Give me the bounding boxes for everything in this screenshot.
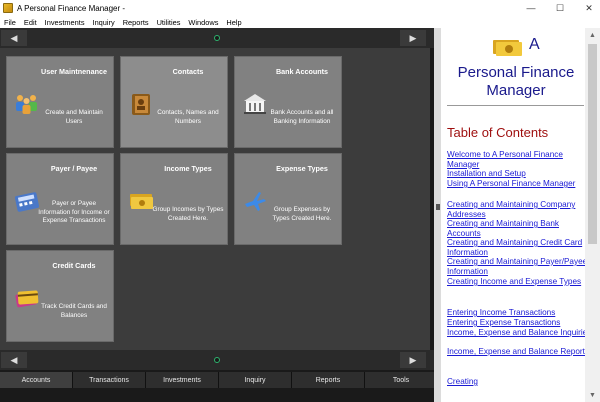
tile-user-maintenance[interactable]: User Maintnenance Create and Maintain Us…	[6, 56, 114, 148]
toc-link[interactable]: Installation and Setup	[447, 169, 593, 179]
scroll-down-icon[interactable]: ▼	[585, 388, 600, 402]
toc-link[interactable]: Welcome to A Personal Finance Manager	[447, 150, 593, 169]
tab-accounts[interactable]: Accounts	[0, 372, 73, 388]
toc-heading: Table of Contents	[447, 125, 549, 140]
bottom-pager: ◀ ▶	[0, 350, 440, 370]
tile-description: Track Credit Cards and Balances	[41, 303, 107, 319]
top-pager: ◀ ▶	[0, 28, 440, 48]
help-title-prefix: A	[529, 36, 540, 53]
window-title: A Personal Finance Manager -	[17, 3, 126, 13]
menu-edit[interactable]: Edit	[24, 18, 37, 27]
menu-help[interactable]: Help	[226, 18, 241, 27]
tile-title: Contacts	[172, 67, 204, 76]
tile-payer-payee[interactable]: Payer / Payee Payer or Payee Information…	[6, 153, 114, 245]
close-button[interactable]: ✕	[578, 0, 600, 16]
splitter-grip-icon[interactable]	[436, 204, 440, 210]
tile-description: Contacts, Names and Numbers	[157, 109, 219, 125]
tile-title: Expense Types	[276, 164, 328, 173]
menu-file[interactable]: File	[4, 18, 16, 27]
toc-link[interactable]: Creating and Maintaining Bank Accounts	[447, 219, 593, 238]
help-pane: A Personal Finance Manager Table of Cont…	[441, 28, 600, 402]
tile-credit-cards[interactable]: Credit Cards Track Credit Cards and Bala…	[6, 250, 114, 342]
minimize-button[interactable]: —	[520, 0, 542, 16]
help-title: Personal Finance Manager	[457, 64, 575, 99]
tile-description: Group Incomes by Types Created Here.	[152, 206, 224, 222]
toc-link[interactable]: Creating and Maintaining Company Address…	[447, 200, 593, 219]
tab-inquiry[interactable]: Inquiry	[219, 372, 292, 388]
pager-prev-button[interactable]: ◀	[1, 352, 27, 368]
help-scrollbar[interactable]: ▲ ▼	[585, 28, 600, 402]
tile-income-types[interactable]: Income Types Group Incomes by Types Crea…	[120, 153, 228, 245]
tab-investments[interactable]: Investments	[146, 372, 219, 388]
toc-link[interactable]: Using A Personal Finance Manager	[447, 179, 593, 189]
maximize-button[interactable]: ☐	[549, 0, 571, 16]
tile-description: Group Expenses by Types Created Here.	[272, 206, 332, 222]
toc-link[interactable]: Creating	[447, 377, 593, 387]
tab-tools[interactable]: Tools	[365, 372, 438, 388]
toc-link[interactable]: Creating Income and Expense Types	[447, 277, 593, 287]
divider	[447, 105, 584, 106]
menu-investments[interactable]: Investments	[45, 18, 85, 27]
toc-link[interactable]: Income, Expense and Balance Reports	[447, 347, 593, 357]
menu-bar: File Edit Investments Inquiry Reports Ut…	[0, 16, 600, 28]
tiles-panel: User Maintnenance Create and Maintain Us…	[0, 48, 430, 350]
tile-bank-accounts[interactable]: Bank Accounts Bank Accounts and all Bank…	[234, 56, 342, 148]
tile-workspace: ◀ ▶ User Maintnenance Create and Maintai…	[0, 28, 440, 402]
tile-expense-types[interactable]: Expense Types Group Expenses by Types Cr…	[234, 153, 342, 245]
tile-title: Credit Cards	[52, 261, 96, 270]
tile-contacts[interactable]: Contacts Contacts, Names and Numbers	[120, 56, 228, 148]
tab-reports[interactable]: Reports	[292, 372, 365, 388]
tab-bar: Accounts Transactions Investments Inquir…	[0, 372, 440, 388]
money-logo-icon	[493, 40, 522, 56]
menu-windows[interactable]: Windows	[188, 18, 218, 27]
menu-inquiry[interactable]: Inquiry	[93, 18, 115, 27]
toc-link[interactable]: Entering Income Transactions	[447, 308, 593, 318]
app-logo-icon	[3, 3, 13, 13]
scrollbar-thumb[interactable]	[588, 44, 597, 244]
toc-link[interactable]: Entering Expense Transactions	[447, 318, 593, 328]
tile-title: Payer / Payee	[50, 164, 98, 173]
tile-title: User Maintnenance	[41, 67, 107, 76]
page-indicator-dot[interactable]	[214, 35, 220, 41]
tile-description: Bank Accounts and all Banking Informatio…	[270, 109, 334, 125]
menu-utilities[interactable]: Utilities	[157, 18, 181, 27]
pager-next-button[interactable]: ▶	[400, 352, 426, 368]
tile-description: Create and Maintain Users	[45, 109, 103, 125]
tab-transactions[interactable]: Transactions	[73, 372, 146, 388]
menu-reports[interactable]: Reports	[123, 18, 149, 27]
pager-prev-button[interactable]: ◀	[1, 30, 27, 46]
tile-title: Bank Accounts	[275, 67, 329, 76]
app-window: A Personal Finance Manager - — ☐ ✕ File …	[0, 0, 600, 402]
page-indicator-dot[interactable]	[214, 357, 220, 363]
toc-link[interactable]: Income, Expense and Balance Inquiries	[447, 328, 593, 338]
toc-link[interactable]: Creating and Maintaining Credit Card Inf…	[447, 238, 593, 257]
toc-link[interactable]: Creating and Maintaining Payer/Payee Inf…	[447, 257, 593, 276]
scroll-up-icon[interactable]: ▲	[585, 28, 600, 42]
tile-description: Payer or Payee Information for Income or…	[38, 200, 110, 224]
tile-title: Income Types	[164, 164, 212, 173]
pager-next-button[interactable]: ▶	[400, 30, 426, 46]
title-bar: A Personal Finance Manager - — ☐ ✕	[0, 0, 600, 16]
